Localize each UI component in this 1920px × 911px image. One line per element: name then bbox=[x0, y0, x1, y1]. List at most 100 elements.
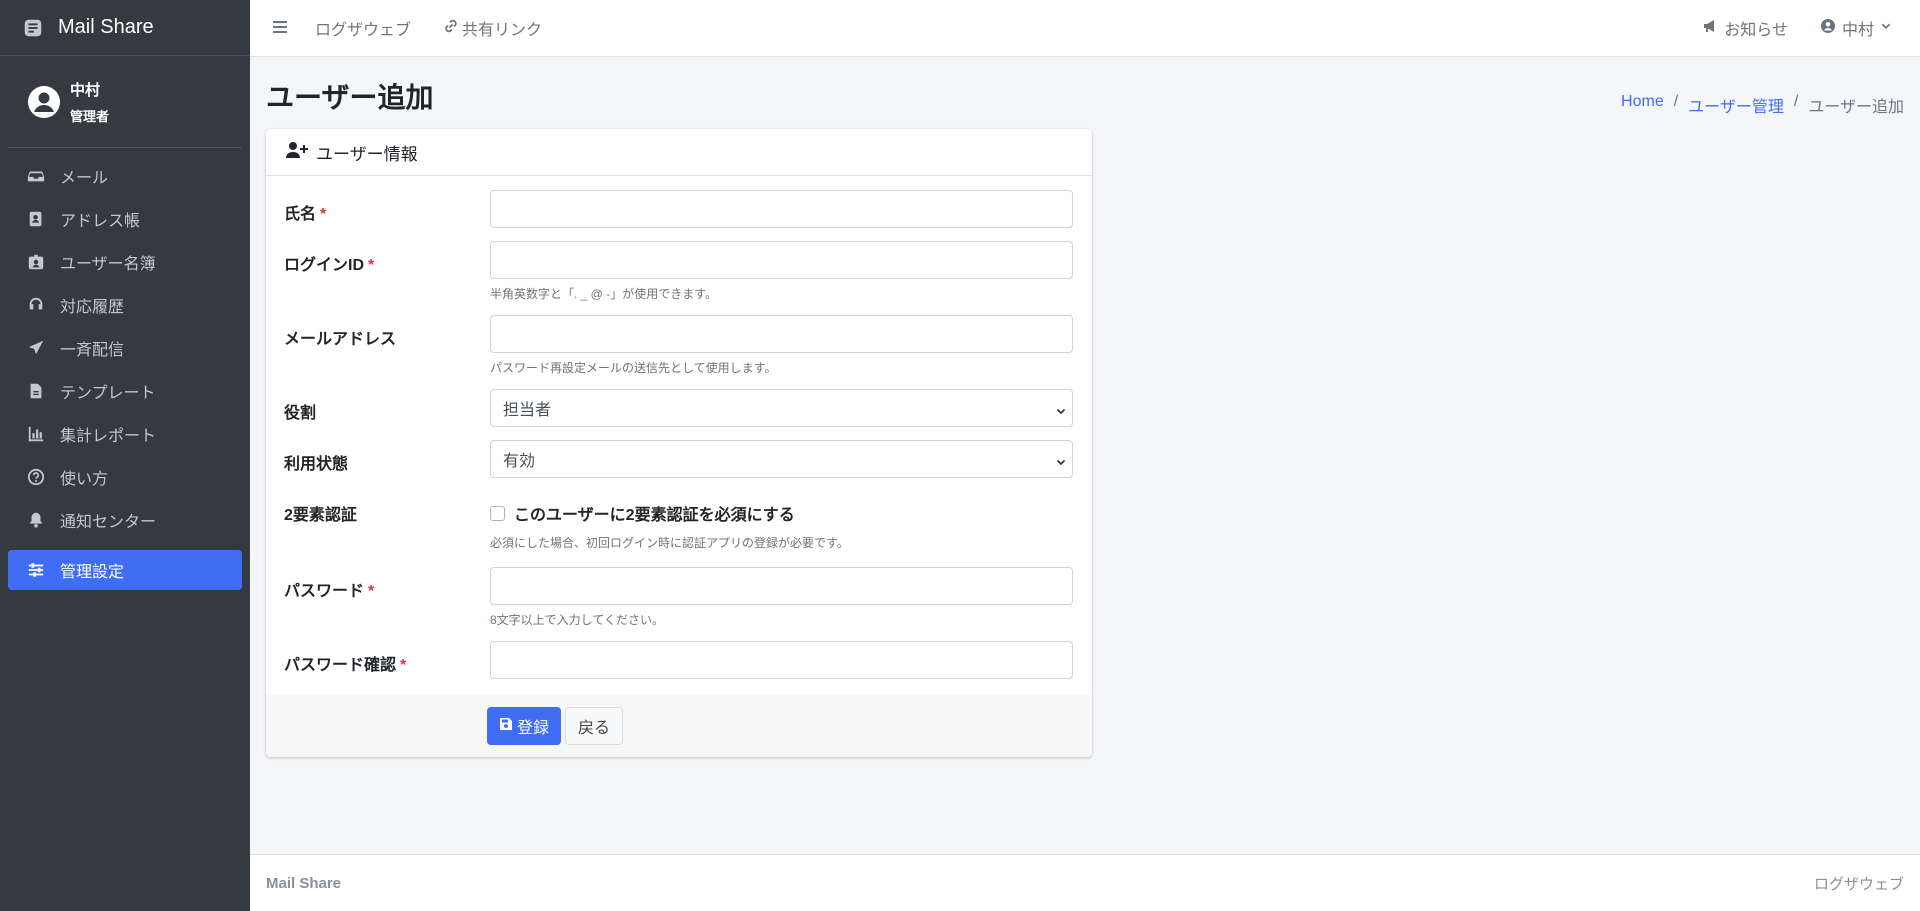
sidebar-item-label: 対応履歴 bbox=[60, 299, 125, 316]
password-label: パスワード bbox=[284, 583, 365, 600]
password-help: 8文字以上で入力してください。 bbox=[490, 613, 664, 627]
required-mark: * bbox=[320, 206, 327, 223]
sidebar-item-label: 一斉配信 bbox=[60, 342, 125, 359]
sidebar-item-label: 集計レポート bbox=[60, 428, 157, 445]
role-selected-value: 担当者 bbox=[503, 402, 552, 419]
name-input[interactable] bbox=[490, 190, 1073, 228]
nav-link-shared-links[interactable]: 共有リンク bbox=[443, 16, 542, 40]
hamburger-menu-icon[interactable] bbox=[273, 21, 289, 35]
nav-notice-link[interactable]: お知らせ bbox=[1702, 16, 1788, 40]
breadcrumb-separator: / bbox=[1673, 93, 1679, 110]
sidebar-item-reports[interactable]: 集計レポート bbox=[8, 414, 242, 454]
status-select[interactable]: 有効 bbox=[490, 440, 1073, 478]
sidebar-item-user-directory[interactable]: ユーザー名簿 bbox=[8, 242, 242, 282]
register-button-label: 登録 bbox=[517, 720, 550, 737]
required-mark: * bbox=[368, 583, 375, 600]
sidebar-item-address-book[interactable]: アドレス帳 bbox=[8, 199, 242, 239]
required-mark: * bbox=[400, 657, 407, 674]
footer-company-link[interactable]: ログザウェブ bbox=[1814, 873, 1904, 894]
sidebar-item-label: ユーザー名簿 bbox=[60, 256, 156, 273]
breadcrumb: Home / ユーザー管理 / ユーザー追加 bbox=[1621, 93, 1904, 129]
password-input[interactable] bbox=[490, 567, 1073, 605]
sidebar-item-broadcast[interactable]: 一斉配信 bbox=[8, 328, 242, 368]
breadcrumb-separator: / bbox=[1793, 93, 1799, 110]
role-label: 役割 bbox=[284, 405, 317, 422]
nav-link-label: 共有リンク bbox=[462, 22, 543, 39]
link-icon bbox=[443, 18, 462, 39]
form-row-login-id: ログインID * 半角英数字と「. _ @ -」が使用できます。 bbox=[284, 241, 1073, 302]
nav-link-logzaweb[interactable]: ログザウェブ bbox=[315, 16, 411, 40]
sidebar-item-notifications[interactable]: 通知センター bbox=[8, 500, 242, 540]
sidebar-item-history[interactable]: 対応履歴 bbox=[8, 285, 242, 325]
chevron-down-icon bbox=[1056, 403, 1066, 415]
chart-bar-icon bbox=[26, 425, 46, 443]
user-panel[interactable]: 中村 管理者 bbox=[8, 56, 242, 148]
status-selected-value: 有効 bbox=[503, 453, 536, 470]
inbox-icon bbox=[26, 167, 46, 185]
sidebar-item-help[interactable]: 使い方 bbox=[8, 457, 242, 497]
bell-icon bbox=[26, 511, 46, 529]
card-title: ユーザー情報 bbox=[316, 144, 418, 164]
nav-user-name: 中村 bbox=[1841, 22, 1874, 39]
twofa-label: 2要素認証 bbox=[284, 507, 357, 524]
card-header: ユーザー情報 bbox=[266, 129, 1092, 176]
form-row-name: 氏名 * bbox=[284, 190, 1073, 228]
sidebar: Mail Share 中村 管理者 メール アドレス帳 ユーザー名簿 対応履歴 bbox=[0, 0, 250, 911]
form-row-role: 役割 担当者 bbox=[284, 389, 1073, 427]
headset-icon bbox=[26, 296, 46, 314]
status-label: 利用状態 bbox=[284, 456, 349, 473]
email-input[interactable] bbox=[490, 315, 1073, 353]
chevron-down-icon bbox=[1056, 454, 1066, 466]
main-content: ユーザー追加 Home / ユーザー管理 / ユーザー追加 ユーザー情報 氏名 *… bbox=[250, 57, 1920, 757]
sidebar-item-label: 使い方 bbox=[60, 471, 109, 488]
nav-notice-label: お知らせ bbox=[1724, 22, 1788, 39]
register-button[interactable]: 登録 bbox=[487, 707, 562, 745]
breadcrumb-current: ユーザー追加 bbox=[1808, 99, 1904, 116]
form-row-2fa: 2要素認証 このユーザーに2要素認証を必須にする 必須にした場合、初回ログイン時… bbox=[284, 491, 1073, 551]
sliders-icon bbox=[26, 561, 46, 579]
breadcrumb-user-management[interactable]: ユーザー管理 bbox=[1688, 93, 1784, 129]
id-badge-icon bbox=[26, 253, 46, 271]
twofa-help: 必須にした場合、初回ログイン時に認証アプリの登録が必要です。 bbox=[490, 536, 849, 550]
user-info-card: ユーザー情報 氏名 * ログインID * 半角英数字と「. _ @ -」が使用できま… bbox=[266, 129, 1092, 757]
sidebar-item-label: 通知センター bbox=[60, 514, 157, 531]
twofa-checkbox[interactable] bbox=[490, 505, 505, 521]
sidebar-item-templates[interactable]: テンプレート bbox=[8, 371, 242, 411]
back-button[interactable]: 戻る bbox=[565, 707, 624, 745]
footer-brand: Mail Share bbox=[266, 874, 342, 892]
megaphone-icon bbox=[1702, 18, 1724, 39]
name-label: 氏名 bbox=[284, 206, 317, 223]
sidebar-item-mail[interactable]: メール bbox=[8, 156, 242, 196]
login-id-label: ログインID bbox=[284, 257, 365, 274]
password-confirm-input[interactable] bbox=[490, 641, 1073, 679]
sidebar-item-label: メール bbox=[60, 170, 109, 187]
required-mark: * bbox=[368, 257, 375, 274]
sidebar-user-role: 管理者 bbox=[70, 108, 110, 124]
form-row-password-confirm: パスワード確認 * bbox=[284, 641, 1073, 679]
sidebar-item-admin-settings[interactable]: 管理設定 bbox=[8, 550, 242, 590]
sidebar-user-name: 中村 bbox=[70, 81, 101, 99]
nav-user-dropdown[interactable]: 中村 bbox=[1820, 16, 1898, 40]
user-avatar-icon bbox=[28, 85, 60, 118]
password-confirm-label: パスワード確認 bbox=[284, 657, 397, 674]
breadcrumb-home[interactable]: Home bbox=[1621, 93, 1664, 129]
brand-text: Mail Share bbox=[58, 16, 154, 38]
sidebar-item-label: テンプレート bbox=[60, 385, 156, 402]
twofa-checkbox-label[interactable]: このユーザーに2要素認証を必須にする bbox=[514, 501, 795, 525]
top-navbar: ログザウェブ 共有リンク お知らせ 中村 bbox=[250, 0, 1920, 57]
question-circle-icon bbox=[26, 468, 46, 486]
paper-plane-icon bbox=[26, 339, 46, 357]
role-select[interactable]: 担当者 bbox=[490, 389, 1073, 427]
sidebar-item-label: アドレス帳 bbox=[60, 213, 141, 230]
save-icon bbox=[499, 717, 517, 736]
mail-share-logo-icon bbox=[22, 17, 44, 39]
chevron-down-icon bbox=[1880, 19, 1898, 37]
login-id-help: 半角英数字と「. _ @ -」が使用できます。 bbox=[490, 287, 717, 301]
sidebar-item-label: 管理設定 bbox=[60, 564, 125, 581]
login-id-input[interactable] bbox=[490, 241, 1073, 279]
email-label: メールアドレス bbox=[284, 331, 397, 348]
form-row-status: 利用状態 有効 bbox=[284, 440, 1073, 478]
address-book-icon bbox=[26, 210, 46, 228]
email-help: パスワード再設定メールの送信先として使用します。 bbox=[490, 361, 777, 375]
brand-link[interactable]: Mail Share bbox=[0, 0, 250, 56]
